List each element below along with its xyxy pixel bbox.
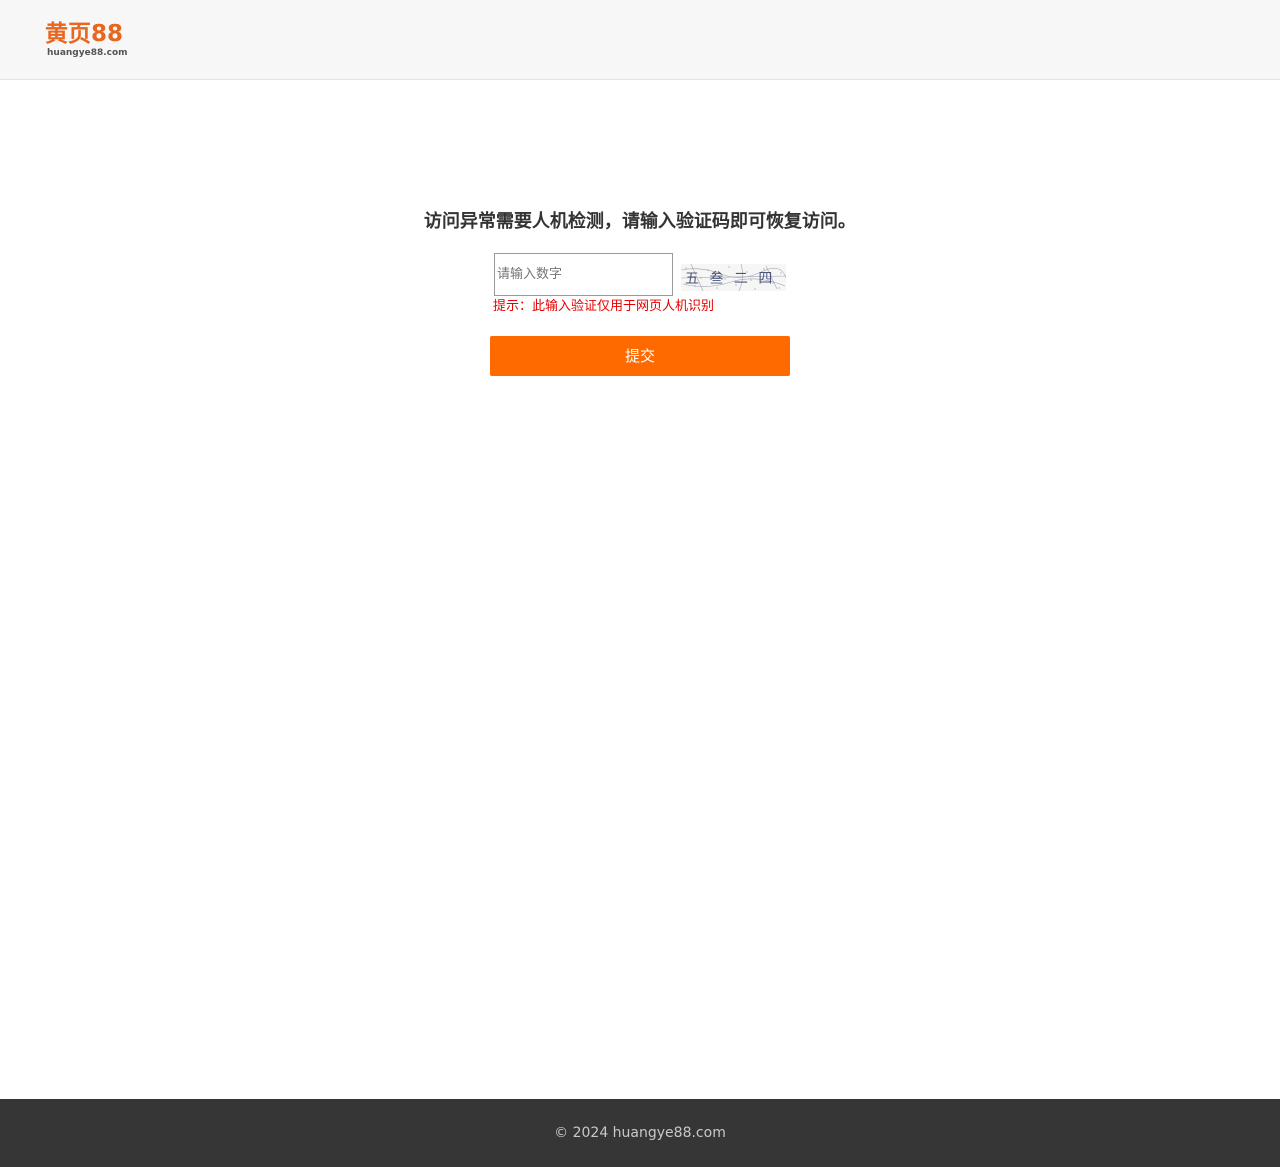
captcha-text: 五 叁 二 四 bbox=[685, 270, 775, 287]
captcha-noise-graphic: 五 叁 二 四 bbox=[681, 264, 786, 291]
captcha-hint: 提示：此输入验证仅用于网页人机识别 bbox=[493, 299, 715, 314]
logo-subtext: huangye88.com bbox=[47, 48, 128, 58]
page: 黄页88 huangye88.com 访问异常需要人机检测，请输入验证码即可恢复… bbox=[0, 0, 1280, 1167]
captcha-input[interactable] bbox=[494, 253, 673, 296]
submit-button[interactable]: 提交 bbox=[490, 336, 790, 376]
logo-text: 黄页88 bbox=[45, 21, 124, 47]
site-logo[interactable]: 黄页88 huangye88.com bbox=[45, 20, 140, 60]
footer-copyright: © 2024 huangye88.com bbox=[554, 1125, 726, 1141]
footer: © 2024 huangye88.com bbox=[0, 1099, 1280, 1167]
captcha-image[interactable]: 五 叁 二 四 bbox=[681, 264, 786, 291]
page-title: 访问异常需要人机检测，请输入验证码即可恢复访问。 bbox=[424, 211, 856, 232]
header: 黄页88 huangye88.com bbox=[0, 0, 1280, 80]
